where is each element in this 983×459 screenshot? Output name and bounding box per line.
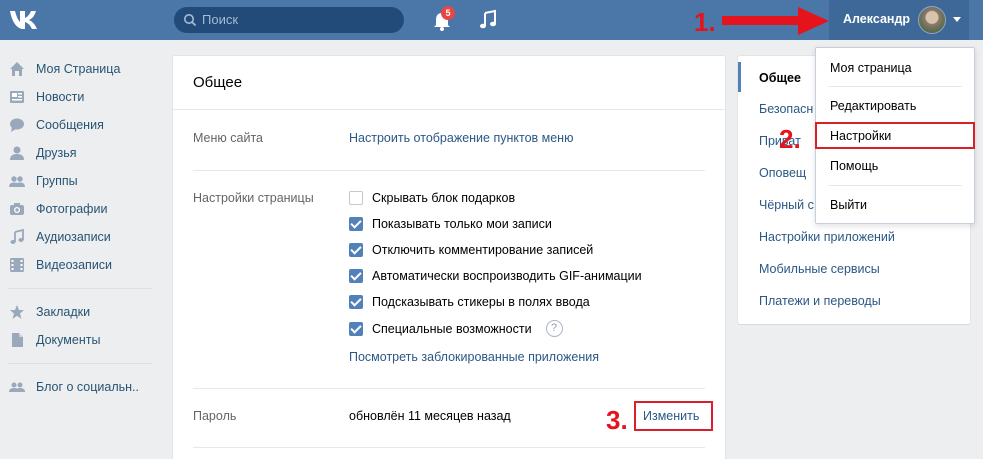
sidebar-item-label: Друзья (36, 146, 77, 160)
sidebar-item-label: Блог о социальн.. (36, 380, 139, 394)
search-input[interactable]: Поиск (174, 7, 404, 33)
video-icon (10, 258, 24, 272)
sidebar-item-my-page[interactable]: Моя Страница (0, 55, 160, 83)
community-icon (9, 382, 25, 392)
dropdown-item-edit[interactable]: Редактировать (830, 99, 916, 113)
checkbox-unchecked-icon[interactable] (349, 191, 363, 205)
password-label: Пароль (193, 409, 237, 423)
checkbox-label: Скрывать блок подарков (372, 191, 516, 205)
sidebar-item-label: Видеозаписи (36, 258, 113, 272)
left-sidebar: Моя Страница Новости Сообщения Друзья Гр… (0, 55, 160, 401)
sidebar-item-audio[interactable]: Аудиозаписи (0, 223, 160, 251)
news-icon (10, 91, 24, 103)
camera-icon (10, 203, 24, 215)
user-icon (10, 146, 24, 160)
checkbox-label: Показывать только мои записи (372, 217, 552, 231)
sidebar-item-bookmarks[interactable]: Закладки (0, 298, 160, 326)
page-settings-label: Настройки страницы (193, 191, 314, 205)
settings-tab-notifications[interactable]: Оповещ (759, 166, 806, 180)
music-player-icon[interactable] (478, 9, 498, 31)
checkbox-checked-icon[interactable] (349, 269, 363, 283)
chevron-down-icon (953, 17, 961, 22)
checkbox-accessibility[interactable]: Специальные возможности ? (349, 320, 563, 337)
checkbox-label: Автоматически воспроизводить GIF-анимаци… (372, 269, 642, 283)
checkbox-autoplay-gif[interactable]: Автоматически воспроизводить GIF-анимаци… (349, 269, 642, 283)
sidebar-item-label: Группы (36, 174, 78, 188)
divider (173, 109, 725, 110)
dropdown-item-my-page[interactable]: Моя страница (830, 61, 912, 75)
annotation-step-2: 2. (779, 124, 801, 154)
sidebar-item-community[interactable]: Блог о социальн.. (0, 373, 160, 401)
blocked-apps-link[interactable]: Посмотреть заблокированные приложения (349, 350, 599, 364)
sidebar-item-documents[interactable]: Документы (0, 326, 160, 354)
divider (193, 447, 705, 448)
checkbox-checked-icon[interactable] (349, 295, 363, 309)
checkbox-label: Специальные возможности (372, 321, 532, 336)
sidebar-item-messages[interactable]: Сообщения (0, 111, 160, 139)
star-icon (10, 305, 24, 319)
page-title: Общее (193, 74, 243, 91)
dropdown-item-help[interactable]: Помощь (830, 159, 878, 173)
red-arrow-annotation (722, 7, 829, 35)
dropdown-divider (828, 185, 962, 186)
sidebar-item-label: Фотографии (36, 202, 108, 216)
divider (193, 170, 705, 171)
checkbox-checked-icon[interactable] (349, 217, 363, 231)
configure-menu-link[interactable]: Настроить отображение пунктов меню (349, 131, 573, 145)
sidebar-divider (8, 288, 152, 289)
sidebar-item-photos[interactable]: Фотографии (0, 195, 160, 223)
checkbox-label: Подсказывать стикеры в полях ввода (372, 295, 590, 309)
sidebar-item-video[interactable]: Видеозаписи (0, 251, 160, 279)
active-indicator (738, 62, 741, 92)
sidebar-item-label: Аудиозаписи (36, 230, 111, 244)
sidebar-item-label: Документы (36, 333, 101, 347)
annotation-step-1: 1. (694, 7, 716, 37)
sidebar-item-label: Моя Страница (36, 62, 121, 76)
site-menu-label: Меню сайта (193, 131, 263, 145)
annotation-step-3: 3. (606, 405, 628, 435)
sidebar-item-label: Новости (36, 90, 85, 104)
settings-tab-security[interactable]: Безопасн (759, 102, 813, 116)
avatar (918, 6, 946, 34)
vk-logo-icon[interactable] (8, 7, 40, 33)
settings-highlight-box (815, 122, 975, 149)
profile-menu-toggle[interactable]: Александр (829, 0, 969, 40)
checkbox-label: Отключить комментирование записей (372, 243, 594, 257)
sidebar-item-news[interactable]: Новости (0, 83, 160, 111)
sidebar-item-label: Сообщения (36, 118, 104, 132)
help-icon[interactable]: ? (545, 320, 563, 337)
top-header: Поиск 5 Александр (0, 0, 983, 40)
sidebar-divider (8, 363, 152, 364)
group-icon (9, 176, 25, 187)
divider (193, 388, 705, 389)
settings-tab-app-settings[interactable]: Настройки приложений (759, 230, 895, 244)
settings-tab-mobile-services[interactable]: Мобильные сервисы (759, 262, 880, 276)
home-icon (10, 62, 24, 76)
sidebar-item-groups[interactable]: Группы (0, 167, 160, 195)
search-icon (184, 14, 197, 27)
dropdown-divider (828, 86, 962, 87)
sidebar-item-friends[interactable]: Друзья (0, 139, 160, 167)
checkbox-hide-gifts[interactable]: Скрывать блок подарков (349, 191, 515, 205)
search-placeholder: Поиск (202, 12, 239, 27)
password-status: обновлён 11 месяцев назад (349, 409, 511, 423)
sidebar-item-label: Закладки (36, 305, 91, 319)
checkbox-suggest-stickers[interactable]: Подсказывать стикеры в полях ввода (349, 295, 590, 309)
settings-tab-general[interactable]: Общее (759, 71, 801, 85)
checkbox-checked-icon[interactable] (349, 243, 363, 257)
checkbox-show-only-my-posts[interactable]: Показывать только мои записи (349, 217, 552, 231)
message-icon (10, 118, 24, 132)
notification-count-badge: 5 (441, 6, 455, 20)
settings-tab-payments[interactable]: Платежи и переводы (759, 294, 881, 308)
music-icon (10, 229, 24, 244)
checkbox-disable-comments[interactable]: Отключить комментирование записей (349, 243, 593, 257)
document-icon (12, 333, 23, 347)
checkbox-checked-icon[interactable] (349, 321, 363, 336)
settings-main-panel: Общее Меню сайта Настроить отображение п… (173, 56, 725, 459)
dropdown-item-logout[interactable]: Выйти (830, 198, 867, 212)
settings-tab-blacklist[interactable]: Чёрный с (759, 198, 814, 212)
profile-name: Александр (843, 12, 911, 26)
change-password-highlight-box (634, 401, 713, 431)
